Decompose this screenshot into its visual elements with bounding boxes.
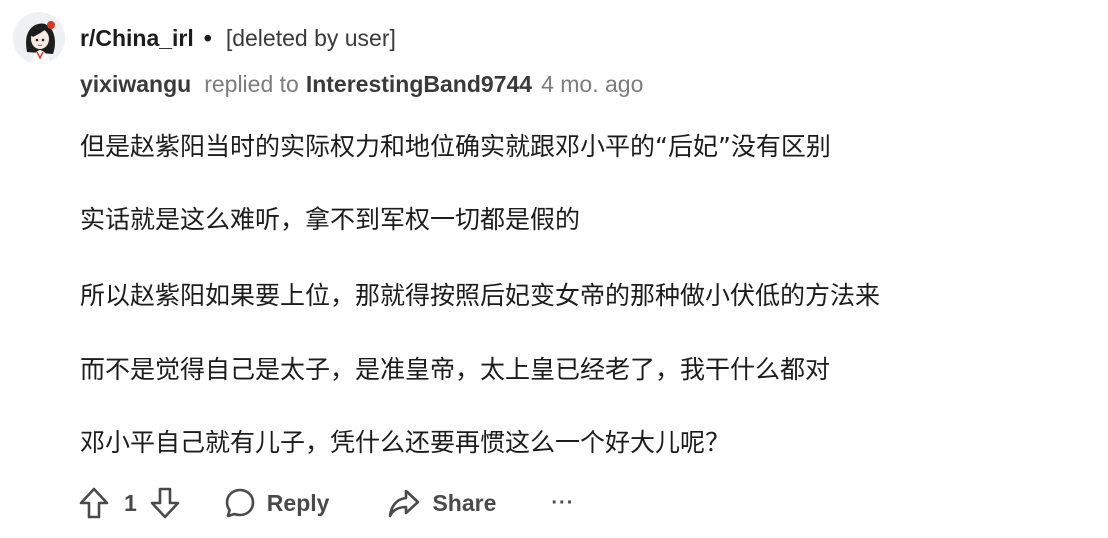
avatar[interactable] xyxy=(13,12,65,64)
more-options-button[interactable]: ··· xyxy=(551,492,574,515)
comment-author[interactable]: yixiwangu xyxy=(80,71,191,98)
comment-body-line: 邓小平自己就有儿子，凭什么还要再惯这么一个好大儿呢？ xyxy=(80,428,731,457)
separator-dot: • xyxy=(203,24,212,51)
speech-bubble-icon xyxy=(225,488,255,518)
comment-actions: 1 Reply Share ··· xyxy=(78,482,574,524)
share-button[interactable]: Share xyxy=(387,487,496,519)
downvote-button[interactable] xyxy=(149,486,181,520)
user-avatar-image xyxy=(13,12,65,64)
replied-to-user[interactable]: InterestingBand9744 xyxy=(306,71,532,98)
share-label: Share xyxy=(432,489,497,516)
comment-meta: yixiwangu replied to InterestingBand9744… xyxy=(80,68,643,100)
replied-to-label: replied to xyxy=(204,70,299,97)
post-title-deleted[interactable]: [deleted by user] xyxy=(226,25,396,52)
arrow-down-icon xyxy=(150,487,180,519)
comment-age: 4 mo. ago xyxy=(541,70,644,97)
reply-label: Reply xyxy=(266,489,330,516)
post-header: r/China_irl • [deleted by user] xyxy=(80,22,396,54)
vote-score: 1 xyxy=(124,489,137,516)
subreddit-link[interactable]: r/China_irl xyxy=(80,25,194,52)
upvote-button[interactable] xyxy=(78,486,110,520)
arrow-up-icon xyxy=(79,487,109,519)
comment-body-line: 实话就是这么难听，拿不到军权一切都是假的 xyxy=(80,205,581,234)
reply-button[interactable]: Reply xyxy=(224,487,330,519)
comment-body-line: 但是赵紫阳当时的实际权力和地位确实就跟邓小平的“后妃”没有区别 xyxy=(80,132,831,161)
share-arrow-icon xyxy=(389,489,420,518)
comment-body-line: 而不是觉得自己是太子，是准皇帝，太上皇已经老了，我干什么都对 xyxy=(80,355,831,384)
comment-body-line: 所以赵紫阳如果要上位，那就得按照后妃变女帝的那种做小伏低的方法来 xyxy=(80,281,881,310)
